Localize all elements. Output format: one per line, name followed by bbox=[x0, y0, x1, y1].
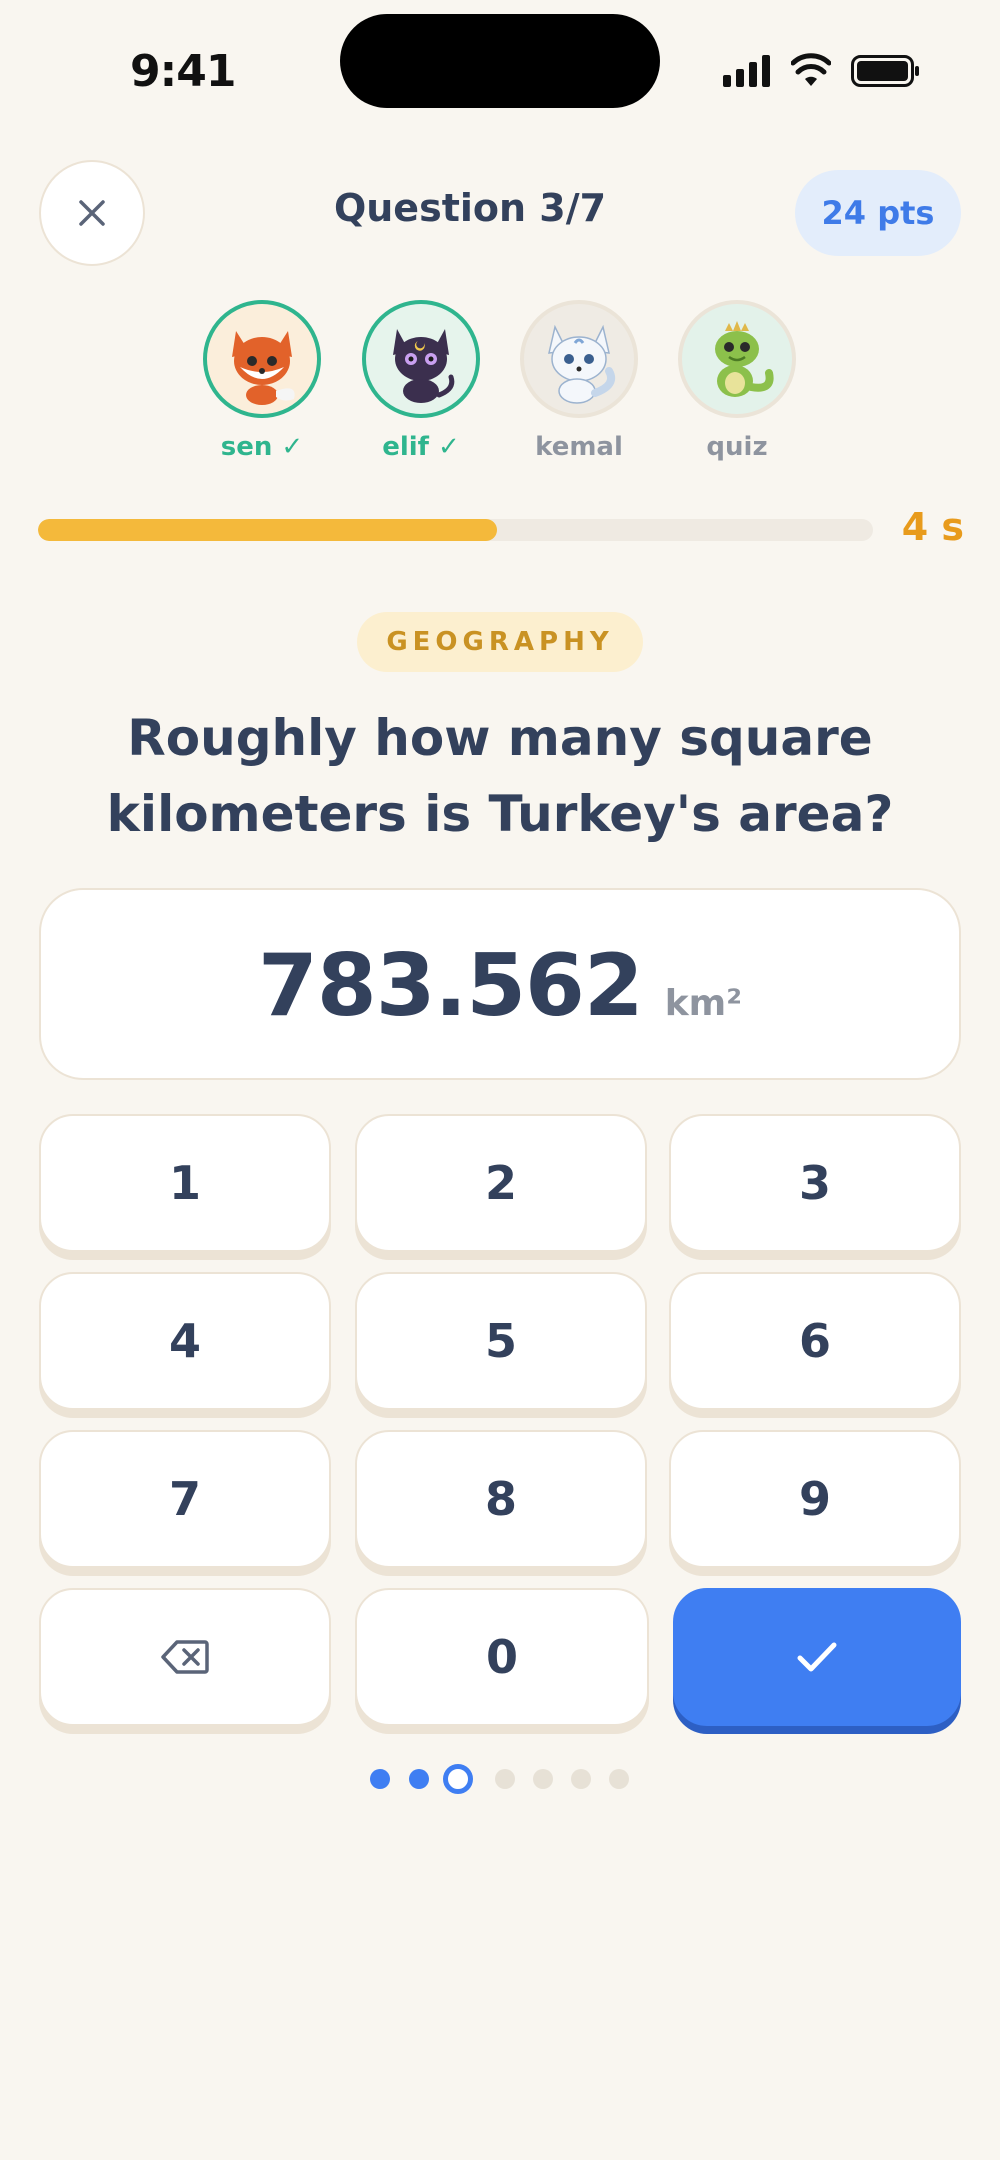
status-time: 9:41 bbox=[130, 46, 236, 97]
progress-dot-2 bbox=[409, 1769, 429, 1789]
player-name: sen ✓ bbox=[220, 432, 304, 462]
dynamic-island bbox=[340, 14, 660, 108]
cellular-signal-icon bbox=[723, 55, 771, 87]
quiz-screen: 9:41 Question 3/7 24 pts sen ✓ elif ✓ ke… bbox=[0, 0, 1000, 2160]
player-kemal: kemal bbox=[520, 300, 638, 462]
player-quiz: quiz bbox=[678, 300, 796, 462]
key-8[interactable]: 8 bbox=[355, 1430, 647, 1568]
green-dragon-avatar bbox=[678, 300, 796, 418]
player-elif: elif ✓ bbox=[362, 300, 480, 462]
close-button[interactable] bbox=[39, 160, 145, 266]
backspace-button[interactable] bbox=[39, 1588, 331, 1726]
progress-dot-6 bbox=[571, 1769, 591, 1789]
progress-dot-1 bbox=[370, 1769, 390, 1789]
white-wolf-avatar bbox=[520, 300, 638, 418]
checkmark-icon bbox=[797, 1642, 837, 1672]
question-progress-dots bbox=[365, 1764, 635, 1794]
timer-seconds: 4 s bbox=[901, 505, 964, 549]
submit-button[interactable] bbox=[673, 1588, 961, 1726]
category-badge: GEOGRAPHY bbox=[357, 612, 643, 672]
player-name: elif ✓ bbox=[382, 432, 460, 462]
player-sen: sen ✓ bbox=[203, 300, 321, 462]
black-cat-avatar bbox=[362, 300, 480, 418]
answer-unit: km² bbox=[664, 983, 742, 1024]
progress-dot-5 bbox=[533, 1769, 553, 1789]
key-4[interactable]: 4 bbox=[39, 1272, 331, 1410]
key-7[interactable]: 7 bbox=[39, 1430, 331, 1568]
progress-dot-3 bbox=[443, 1764, 473, 1794]
player-name: kemal bbox=[535, 432, 623, 462]
player-name: quiz bbox=[706, 432, 768, 462]
fox-avatar bbox=[203, 300, 321, 418]
answer-display: 783.562 km² bbox=[39, 888, 961, 1080]
wifi-icon bbox=[791, 53, 831, 86]
points-badge: 24 pts bbox=[795, 170, 961, 256]
key-6[interactable]: 6 bbox=[669, 1272, 961, 1410]
question-counter: Question 3/7 bbox=[333, 186, 607, 230]
key-2[interactable]: 2 bbox=[355, 1114, 647, 1252]
key-1[interactable]: 1 bbox=[39, 1114, 331, 1252]
key-5[interactable]: 5 bbox=[355, 1272, 647, 1410]
close-icon bbox=[79, 200, 105, 226]
timer-bar-fill bbox=[38, 519, 498, 541]
battery-icon bbox=[851, 55, 919, 87]
key-9[interactable]: 9 bbox=[669, 1430, 961, 1568]
progress-dot-7 bbox=[609, 1769, 629, 1789]
key-0[interactable]: 0 bbox=[355, 1588, 649, 1726]
answer-value: 783.562 bbox=[258, 936, 644, 1036]
timer-bar bbox=[38, 519, 873, 541]
key-3[interactable]: 3 bbox=[669, 1114, 961, 1252]
backspace-icon bbox=[161, 1640, 209, 1674]
question-text: Roughly how many square kilometers is Tu… bbox=[106, 709, 894, 843]
progress-dot-4 bbox=[495, 1769, 515, 1789]
